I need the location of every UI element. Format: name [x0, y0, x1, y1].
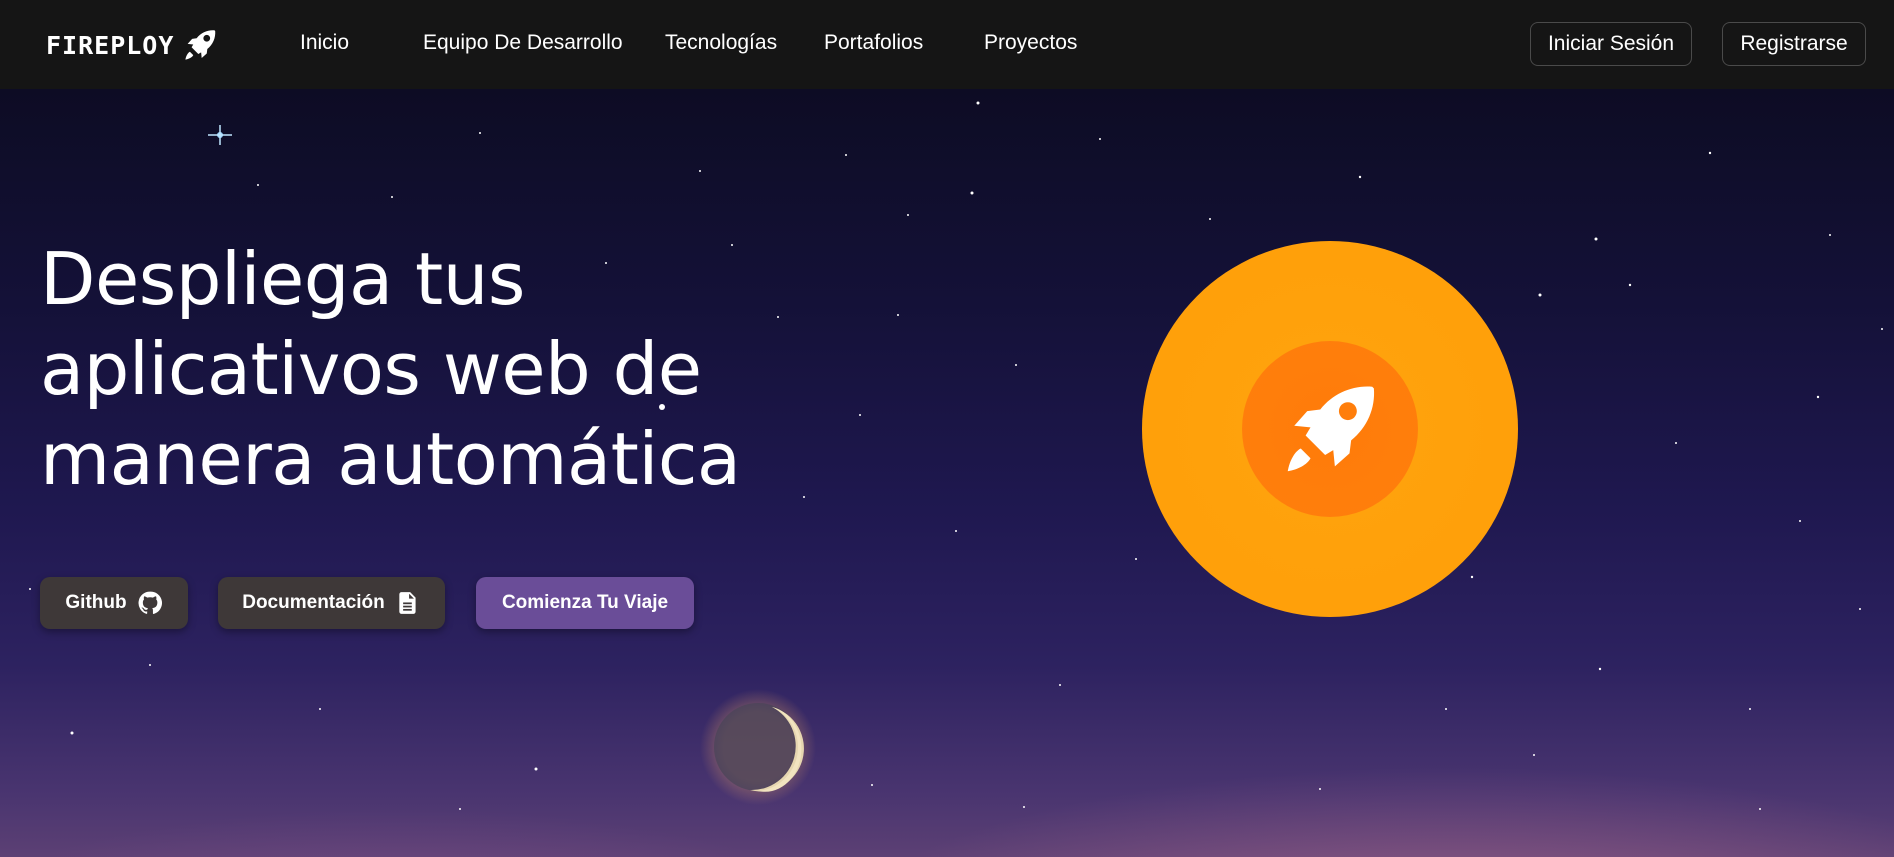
rocket-badge [1242, 341, 1418, 517]
nav-link-proyectos[interactable]: Proyectos [984, 31, 1077, 55]
nav-link-portafolios[interactable]: Portafolios [824, 31, 923, 55]
headline-line: manera automática [40, 417, 741, 501]
github-button[interactable]: Github [40, 577, 188, 629]
login-button[interactable]: Iniciar Sesión [1530, 22, 1692, 66]
nav-link-equipo[interactable]: Equipo De Desarrollo [423, 31, 623, 55]
hero-headline: Despliega tus aplicativos web de manera … [40, 234, 800, 504]
github-icon [138, 591, 162, 614]
nav-link-inicio[interactable]: Inicio [300, 31, 349, 55]
moon-illustration [700, 689, 816, 805]
rocket-icon [1287, 386, 1375, 472]
headline-line: aplicativos web de [40, 327, 702, 411]
main-nav: Inicio Equipo De Desarrollo Tecnologías … [0, 0, 1200, 89]
documentation-button-label: Documentación [242, 592, 385, 613]
register-button[interactable]: Registrarse [1722, 22, 1866, 66]
rocket-illustration [1142, 241, 1518, 617]
github-button-label: Github [65, 592, 127, 613]
document-icon [399, 592, 416, 614]
navbar: FIREPLOY Inicio Equipo De Desarrollo Tec… [0, 0, 1894, 89]
hero-section: Despliega tus aplicativos web de manera … [0, 89, 1894, 857]
start-journey-button[interactable]: Comienza Tu Viaje [476, 577, 694, 629]
headline-line: Despliega tus [40, 237, 525, 321]
documentation-button[interactable]: Documentación [218, 577, 445, 629]
nav-link-tecnologias[interactable]: Tecnologías [665, 31, 777, 55]
